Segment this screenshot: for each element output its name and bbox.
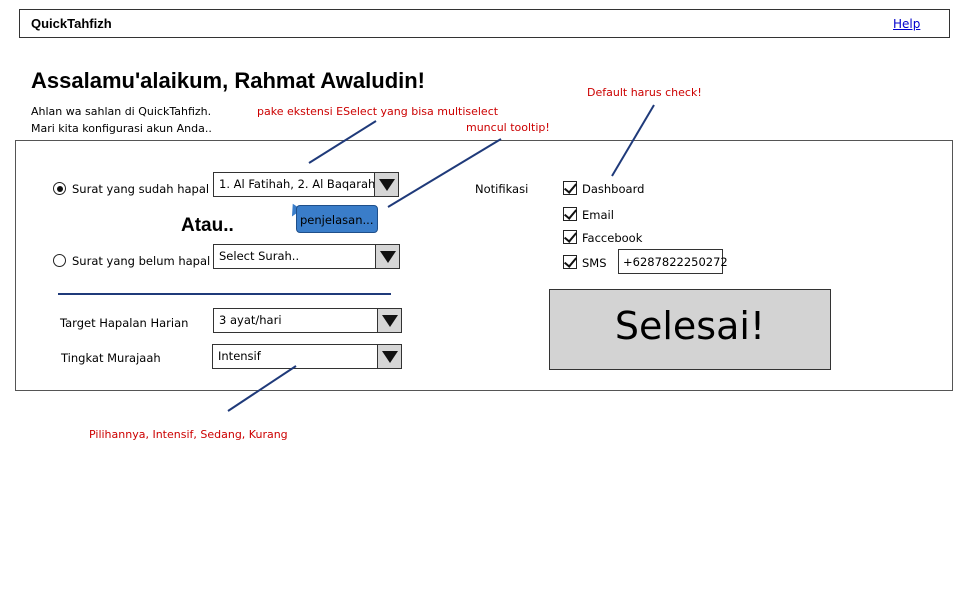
connector-eselect xyxy=(308,120,377,164)
connector-tooltip xyxy=(387,138,502,208)
connector-choices xyxy=(227,365,297,412)
connector-default-check xyxy=(611,104,655,177)
annotation-lines xyxy=(58,104,655,412)
